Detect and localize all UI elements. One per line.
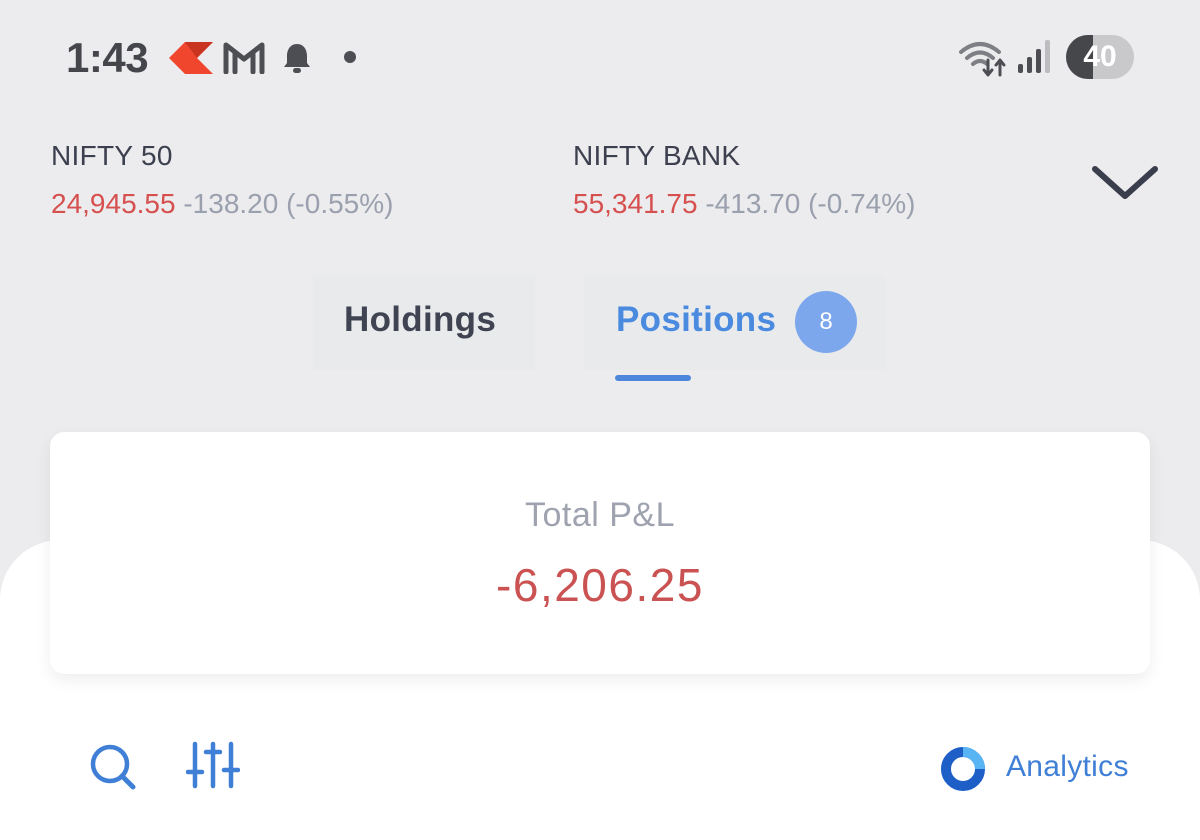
tab-holdings-label: Holdings [344, 300, 497, 339]
active-tab-indicator [615, 375, 691, 381]
dot-icon [344, 51, 356, 63]
index-price: 55,341.75 [573, 188, 698, 219]
index-price: 24,945.55 [51, 188, 176, 219]
total-pnl-value: -6,206.25 [496, 559, 704, 611]
wifi-icon [959, 42, 1006, 77]
index-values: 55,341.75 -413.70 (-0.74%) [573, 188, 915, 220]
tab-positions-label: Positions [616, 300, 777, 339]
signal-icon [1018, 40, 1050, 73]
index-nifty-50[interactable]: NIFTY 50 24,945.55 -138.20 (-0.55%) [51, 140, 393, 220]
index-change: -138.20 (-0.55%) [183, 188, 394, 219]
chevron-down-icon[interactable] [1084, 152, 1168, 212]
kite-app-icon [169, 42, 213, 74]
total-pnl-label: Total P&L [524, 496, 676, 534]
battery-indicator: 40 [1066, 35, 1134, 79]
positions-count-badge: 8 [795, 291, 857, 353]
index-values: 24,945.55 -138.20 (-0.55%) [51, 188, 393, 220]
status-bar: 1:43 40 [0, 0, 1200, 118]
index-name: NIFTY 50 [51, 140, 173, 171]
battery-level: 40 [1083, 40, 1117, 73]
analytics-donut-icon [941, 747, 985, 791]
status-time: 1:43 [66, 34, 149, 81]
index-name: NIFTY BANK [573, 140, 741, 171]
index-nifty-bank[interactable]: NIFTY BANK 55,341.75 -413.70 (-0.74%) [573, 140, 915, 220]
tab-holdings[interactable]: Holdings [313, 276, 535, 370]
tab-positions[interactable]: Positions 8 [584, 276, 886, 370]
analytics-label: Analytics [1006, 750, 1129, 783]
gmail-icon [223, 42, 265, 74]
filter-sliders-icon[interactable] [186, 740, 240, 790]
search-icon[interactable] [88, 742, 138, 792]
bell-icon [284, 44, 310, 73]
total-pnl-card: Total P&L -6,206.25 [50, 432, 1150, 674]
index-change: -413.70 (-0.74%) [705, 188, 916, 219]
